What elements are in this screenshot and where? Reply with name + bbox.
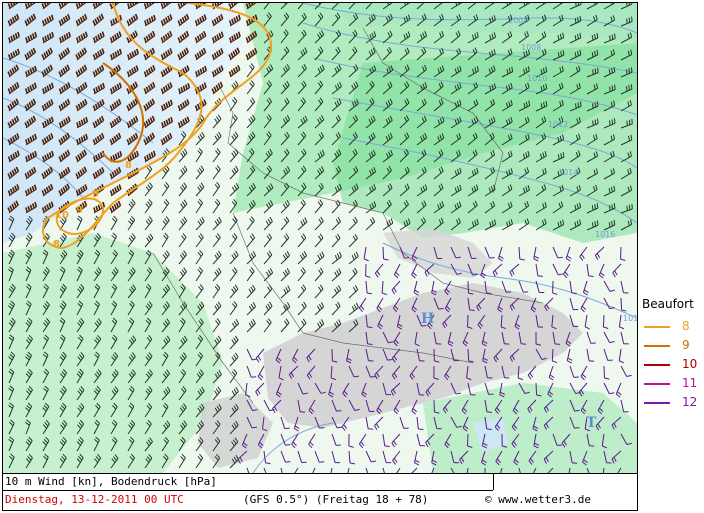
wind-barb-feather xyxy=(285,461,291,463)
wind-barb xyxy=(535,382,538,396)
wind-barb-feather xyxy=(574,427,580,429)
wind-barb-feather xyxy=(367,343,373,346)
wind-barb-feather xyxy=(387,359,393,361)
wind-barb-feather xyxy=(594,68,597,74)
date-label: Dienstag, 13-12-2011 00 UTC xyxy=(5,493,184,506)
wind-barb-feather xyxy=(613,118,616,124)
wind-barb-feather xyxy=(631,16,633,22)
legend-item-11: 11 xyxy=(644,376,702,392)
wind-barb-feather xyxy=(614,84,616,90)
wind-barb xyxy=(602,314,605,328)
low-pressure-center: T xyxy=(586,415,597,431)
wind-barb xyxy=(620,297,623,311)
beaufort-contour-label: 10 xyxy=(55,210,69,221)
isobar-label: 101 xyxy=(623,314,637,323)
wind-barb-feather xyxy=(588,275,594,278)
isobar-label: 1014 xyxy=(558,168,578,177)
wind-barb-feather xyxy=(285,444,291,446)
legend-item-8: 8 xyxy=(644,319,702,335)
isobar-label: 1008 xyxy=(508,16,528,25)
wind-barb-feather xyxy=(592,120,594,126)
wind-barb-feather xyxy=(611,34,614,40)
wind-barb-feather xyxy=(577,102,580,108)
legend-label: 11 xyxy=(682,376,698,390)
wind-barb xyxy=(382,246,385,260)
beaufort-legend: Beaufort 8 9 10 11 12 xyxy=(640,297,702,417)
legend-swatch xyxy=(644,364,670,366)
legend-item-12: 12 xyxy=(644,395,702,411)
beaufort-contour-label: 9 xyxy=(76,205,83,216)
wind-barb-feather xyxy=(630,67,633,73)
wind-barb xyxy=(551,348,554,362)
legend-swatch xyxy=(644,402,670,404)
wind-barb-feather xyxy=(614,33,616,39)
isobar-label: 1010 xyxy=(527,74,547,83)
wind-barb-feather xyxy=(611,85,614,91)
wind-barb-feather xyxy=(319,427,325,429)
wind-barb-feather xyxy=(608,120,611,126)
wind-barb-feather xyxy=(626,18,628,24)
wind-barb-feather xyxy=(486,428,492,430)
wind-barb-feather xyxy=(597,67,599,73)
isobar-label: 1008 xyxy=(521,43,541,52)
wind-barb-feather xyxy=(594,119,597,125)
legend-swatch xyxy=(644,345,670,347)
legend-label: 9 xyxy=(682,338,690,352)
beaufort-contour-label: 9 xyxy=(92,189,99,200)
wind-barb-feather xyxy=(592,69,594,75)
wind-barb-feather xyxy=(336,410,342,412)
isobar-label: 1012 xyxy=(548,120,568,129)
legend-label: 10 xyxy=(682,357,698,371)
parameter-label: 10 m Wind [kn], Bodendruck [hPa] xyxy=(5,475,217,488)
footer-divider xyxy=(493,474,494,490)
wind-barb-feather xyxy=(597,118,599,124)
wind-barb-feather xyxy=(265,462,271,465)
weather-map-frame: 1008 1008 1010 1012 1014 1016 101 H T 8 … xyxy=(0,0,704,513)
legend-title: Beaufort xyxy=(642,297,694,311)
credit-link[interactable]: © www.wetter3.de xyxy=(485,493,591,506)
legend-swatch xyxy=(644,326,670,328)
wind-barb-feather xyxy=(384,445,390,447)
wind-barb-feather xyxy=(577,3,580,6)
legend-swatch xyxy=(644,383,670,385)
wind-barb-feather xyxy=(628,17,631,23)
map-footer: 10 m Wind [kn], Bodendruck [hPa] Diensta… xyxy=(2,474,638,511)
wind-barb-feather xyxy=(611,119,614,125)
wind-barb-feather xyxy=(575,3,577,7)
wind-barb-feather xyxy=(472,273,478,276)
beaufort-contour-label: 8 xyxy=(53,239,60,250)
legend-label: 8 xyxy=(682,319,690,333)
wind-barb-feather xyxy=(370,376,376,378)
legend-item-9: 9 xyxy=(644,338,702,354)
wind-barb-feather xyxy=(579,101,582,107)
wind-barb-feather xyxy=(438,307,444,310)
wind-barb-feather xyxy=(575,103,577,109)
high-pressure-center: H xyxy=(421,311,434,327)
wind-barb-feather xyxy=(404,257,410,259)
isobar-label: 1016 xyxy=(595,230,615,239)
footer-divider xyxy=(3,490,493,491)
wind-barb-feather xyxy=(486,411,492,413)
wind-barb-feather xyxy=(571,292,577,294)
map-canvas: 1008 1008 1010 1012 1014 1016 101 H T 8 … xyxy=(3,3,637,473)
wind-barb-feather xyxy=(628,68,631,74)
wind-pressure-map: 1008 1008 1010 1012 1014 1016 101 H T 8 … xyxy=(2,2,638,474)
wind-barb-feather xyxy=(489,256,495,259)
legend-item-10: 10 xyxy=(644,357,702,373)
legend-label: 12 xyxy=(682,395,698,409)
wind-barb-feather xyxy=(537,275,543,277)
wind-barb-feather xyxy=(625,69,628,75)
model-label: (GFS 0.5°) (Freitag 18 + 78) xyxy=(243,493,429,506)
wind-barb-feather xyxy=(609,86,611,92)
wind-barb-feather xyxy=(609,35,611,41)
beaufort-contour-label: 8 xyxy=(125,160,132,171)
wind-barb-feather xyxy=(469,309,475,311)
wind-barb-feather xyxy=(574,409,580,412)
